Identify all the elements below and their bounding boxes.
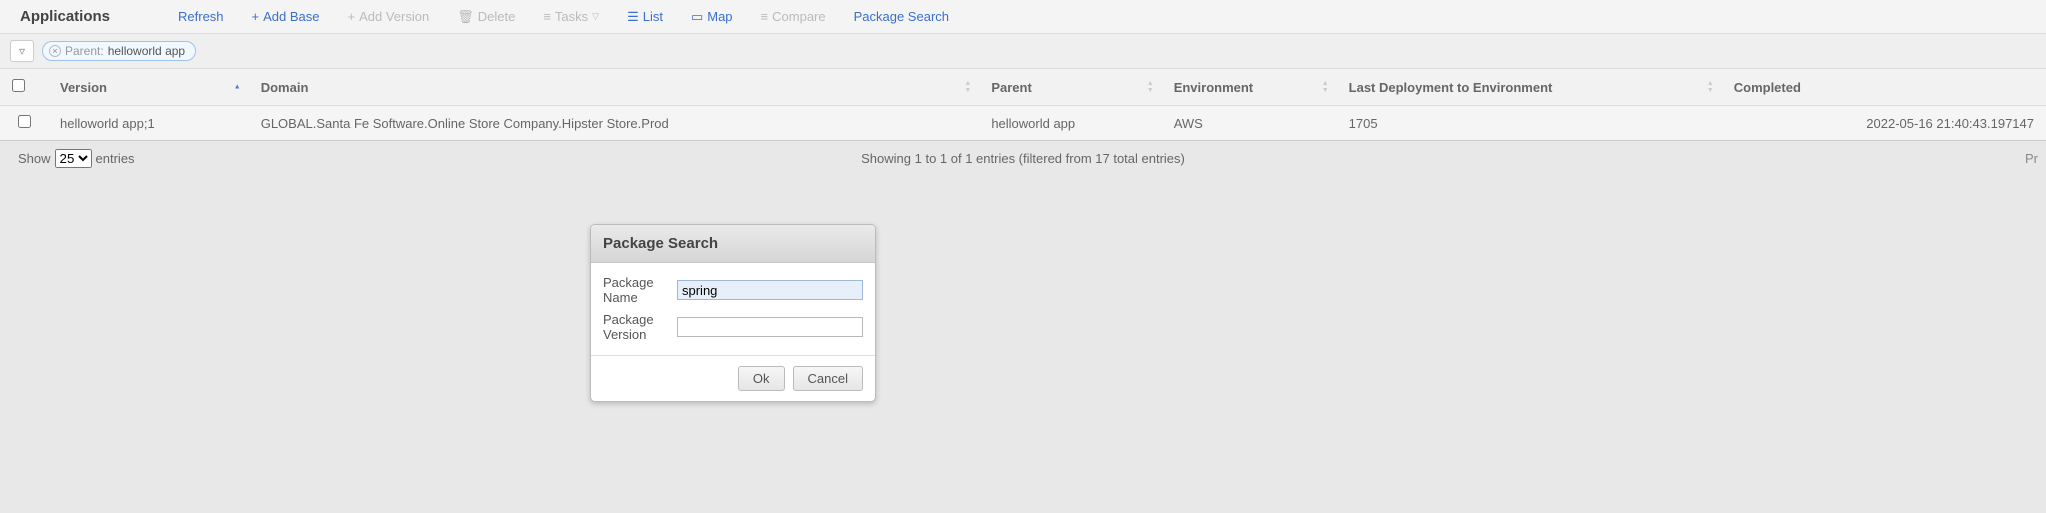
tasks-button: ≡Tasks▽	[543, 9, 599, 24]
add-version-button: +Add Version	[348, 9, 430, 24]
package-search-button[interactable]: Package Search	[854, 9, 949, 24]
col-last-deploy-label: Last Deployment to Environment	[1349, 80, 1553, 95]
col-environment[interactable]: Environment ▲▼	[1162, 69, 1337, 106]
pager-right: Pr	[2025, 151, 2038, 166]
table-row[interactable]: helloworld app;1 GLOBAL.Santa Fe Softwar…	[0, 106, 2046, 141]
cell-version: helloworld app;1	[48, 106, 249, 141]
pager: Show 25 entries Showing 1 to 1 of 1 entr…	[0, 141, 2046, 176]
select-all-checkbox[interactable]	[12, 79, 25, 92]
cell-environment: AWS	[1162, 106, 1337, 141]
filter-toggle-button[interactable]: ▿	[10, 40, 34, 62]
filter-chip-label: Parent:	[65, 44, 104, 58]
toolbar: Applications Refresh +Add Base +Add Vers…	[0, 0, 2046, 34]
filter-chip-value: helloworld app	[108, 44, 185, 58]
package-name-label: Package Name	[603, 275, 667, 305]
list-icon: ☰	[627, 10, 639, 23]
compare-button: ≡Compare	[761, 9, 826, 24]
plus-icon: +	[252, 10, 260, 23]
filter-bar: ▿ × Parent: helloworld app	[0, 34, 2046, 69]
cancel-button[interactable]: Cancel	[793, 366, 863, 391]
sort-icon: ▲▼	[1147, 80, 1154, 94]
sort-icon: ▲▼	[1322, 80, 1329, 94]
dialog-title: Package Search	[591, 225, 875, 263]
col-completed-label: Completed	[1734, 80, 1801, 95]
col-completed[interactable]: Completed	[1722, 69, 2046, 106]
add-base-button[interactable]: +Add Base	[252, 9, 320, 24]
trash-icon: 🗑	[457, 10, 474, 23]
row-checkbox[interactable]	[18, 115, 31, 128]
delete-button: 🗑Delete	[457, 9, 515, 24]
ok-button[interactable]: Ok	[738, 366, 785, 391]
col-environment-label: Environment	[1174, 80, 1253, 95]
applications-table: Version ▲ Domain ▲▼ Parent ▲▼ Environment ▲▼…	[0, 69, 2046, 141]
list-view-button[interactable]: ☰List	[627, 9, 663, 24]
map-icon: ▭	[691, 10, 703, 23]
package-version-label: Package Version	[603, 312, 667, 342]
refresh-button[interactable]: Refresh	[178, 9, 224, 24]
sort-icon: ▲▼	[964, 80, 971, 94]
page-size-select[interactable]: 25	[55, 149, 92, 168]
col-parent[interactable]: Parent ▲▼	[979, 69, 1161, 106]
list-icon: ≡	[543, 10, 551, 23]
pager-show-label: Show	[18, 151, 51, 166]
funnel-icon: ▿	[19, 44, 25, 58]
package-version-input[interactable]	[677, 317, 863, 337]
col-version[interactable]: Version ▲	[48, 69, 249, 106]
package-name-input[interactable]	[677, 280, 863, 300]
page-title: Applications	[20, 8, 110, 25]
cell-parent: helloworld app	[979, 106, 1161, 141]
col-domain-label: Domain	[261, 80, 309, 95]
filter-chip-parent[interactable]: × Parent: helloworld app	[42, 41, 196, 61]
chevron-down-icon: ▽	[592, 12, 599, 21]
sort-icon: ▲▼	[1707, 80, 1714, 94]
col-domain[interactable]: Domain ▲▼	[249, 69, 980, 106]
cell-domain: GLOBAL.Santa Fe Software.Online Store Co…	[249, 106, 980, 141]
package-search-dialog: Package Search Package Name Package Vers…	[590, 224, 876, 402]
map-view-button[interactable]: ▭Map	[691, 9, 733, 24]
pager-info: Showing 1 to 1 of 1 entries (filtered fr…	[861, 151, 1185, 166]
compare-icon: ≡	[761, 10, 769, 23]
col-last-deploy[interactable]: Last Deployment to Environment ▲▼	[1337, 69, 1722, 106]
remove-filter-icon[interactable]: ×	[49, 45, 61, 57]
cell-completed: 2022-05-16 21:40:43.197147	[1722, 106, 2046, 141]
col-parent-label: Parent	[991, 80, 1031, 95]
select-all-header	[0, 69, 48, 106]
sort-icon: ▲	[234, 84, 241, 91]
pager-entries-label: entries	[96, 151, 135, 166]
plus-icon: +	[348, 10, 356, 23]
cell-last-deploy: 1705	[1337, 106, 1722, 141]
col-version-label: Version	[60, 80, 107, 95]
